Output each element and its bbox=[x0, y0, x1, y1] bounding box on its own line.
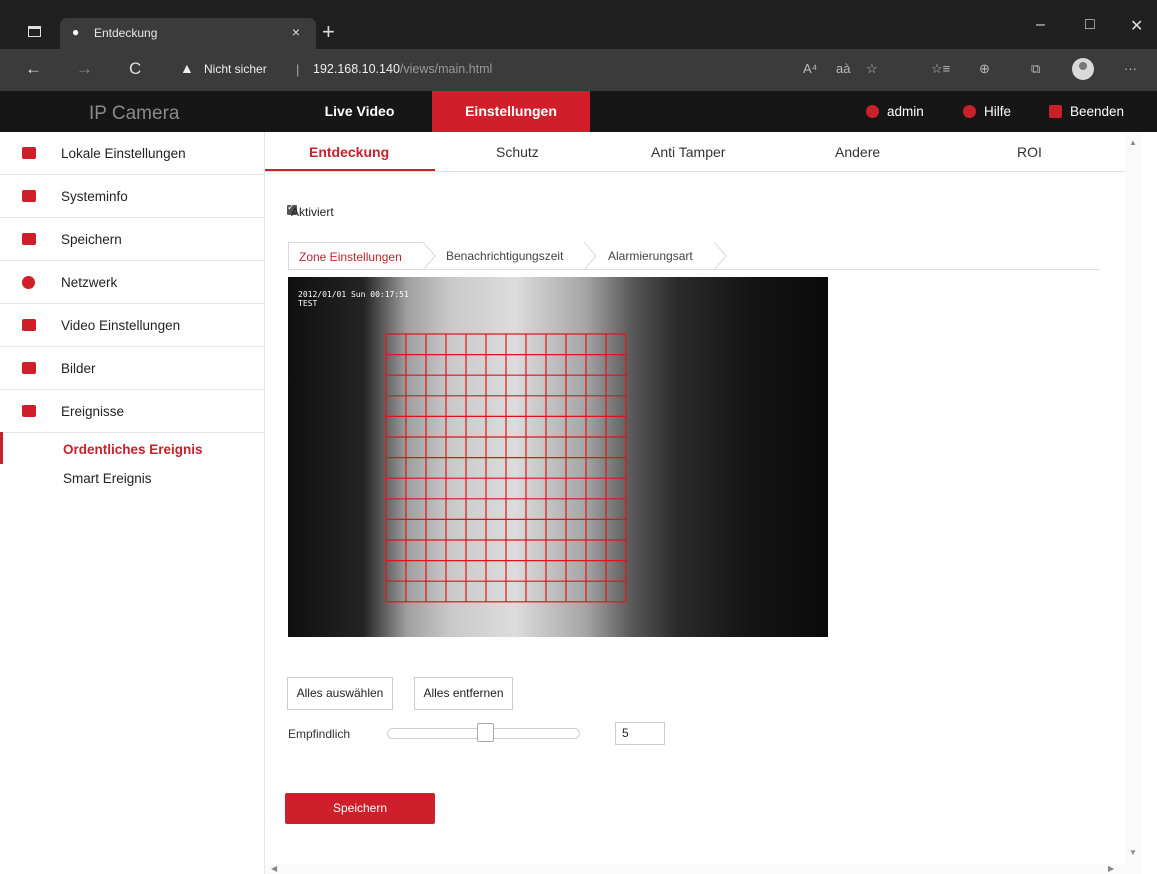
active-tab-underline bbox=[265, 169, 435, 171]
motion-detection-grid[interactable] bbox=[288, 277, 828, 637]
nav-settings[interactable]: Einstellungen bbox=[432, 91, 590, 132]
step-notification-time[interactable]: Benachrichtigungszeit bbox=[446, 242, 563, 270]
sidebar-subitem-smart-event[interactable]: Smart Ereignis bbox=[63, 471, 152, 486]
remove-all-button[interactable]: Alles entfernen bbox=[414, 677, 513, 710]
security-indicator[interactable]: Nicht sicher bbox=[204, 62, 267, 76]
user-icon bbox=[866, 105, 879, 118]
sidebar-item-label: Netzwerk bbox=[61, 275, 118, 290]
maximize-button[interactable]: □ bbox=[1085, 16, 1095, 34]
video-icon bbox=[22, 319, 36, 331]
sidebar-item-local-settings[interactable]: Lokale Einstellungen bbox=[0, 132, 265, 175]
user-name: admin bbox=[887, 104, 924, 119]
floppy-icon bbox=[22, 233, 36, 245]
scroll-left-icon[interactable]: ◀ bbox=[271, 864, 277, 873]
select-all-button[interactable]: Alles auswählen bbox=[287, 677, 393, 710]
sidebar: Lokale Einstellungen Systeminfo Speicher… bbox=[0, 132, 265, 874]
sidebar-item-network[interactable]: Netzwerk bbox=[0, 261, 265, 304]
sidebar-item-label: Ereignisse bbox=[61, 404, 125, 419]
forward-button[interactable]: → bbox=[76, 59, 93, 79]
vertical-scrollbar[interactable]: ▲ ▼ bbox=[1125, 132, 1141, 874]
globe-icon bbox=[22, 276, 35, 289]
enabled-label: Aktiviert bbox=[291, 205, 334, 219]
close-button[interactable]: ✕ bbox=[1130, 16, 1143, 36]
minimize-button[interactable]: – bbox=[1036, 16, 1045, 34]
brand-title: IP Camera bbox=[89, 103, 180, 124]
immersive-reader-icon[interactable]: aà bbox=[836, 61, 850, 76]
sensitivity-label: Empfindlich bbox=[288, 727, 351, 741]
save-button[interactable]: Speichern bbox=[285, 793, 435, 824]
sidebar-item-label: Bilder bbox=[61, 361, 96, 376]
scroll-up-icon[interactable]: ▲ bbox=[1129, 138, 1137, 147]
sensitivity-value-input[interactable]: 5 bbox=[615, 722, 665, 745]
new-tab-button[interactable]: + bbox=[322, 20, 335, 44]
image-icon bbox=[22, 362, 36, 374]
sidebar-item-storage[interactable]: Speichern bbox=[0, 218, 265, 261]
sidebar-item-images[interactable]: Bilder bbox=[0, 347, 265, 390]
read-aloud-icon[interactable]: A⁴ bbox=[803, 61, 817, 76]
tab-other[interactable]: Andere bbox=[835, 144, 880, 160]
settings-tabs: Entdeckung Schutz Anti Tamper Andere ROI bbox=[265, 132, 1125, 172]
tab-anti-tamper[interactable]: Anti Tamper bbox=[651, 144, 725, 160]
horizontal-scrollbar[interactable]: ◀ ▶ bbox=[265, 864, 1125, 874]
sidebar-item-video-settings[interactable]: Video Einstellungen bbox=[0, 304, 265, 347]
window-menu-icon[interactable] bbox=[28, 26, 41, 37]
favorites-icon[interactable]: ☆≡ bbox=[931, 61, 950, 77]
tab-close-icon[interactable]: × bbox=[292, 24, 300, 40]
help-label: Hilfe bbox=[984, 104, 1012, 119]
active-indicator bbox=[0, 432, 3, 464]
sidebar-item-systeminfo[interactable]: Systeminfo bbox=[0, 175, 265, 218]
nav-live-video[interactable]: Live Video bbox=[290, 91, 429, 132]
reload-button[interactable]: C bbox=[129, 59, 141, 79]
favorite-star-icon[interactable]: ☆ bbox=[866, 61, 878, 77]
sidebar-item-label: Video Einstellungen bbox=[61, 318, 181, 333]
url-separator: | bbox=[296, 62, 300, 77]
url-path: /views/main.html bbox=[399, 62, 493, 76]
sidebar-item-label: Lokale Einstellungen bbox=[61, 146, 186, 161]
step-alarm-type[interactable]: Alarmierungsart bbox=[608, 242, 693, 270]
tab-detection[interactable]: Entdeckung bbox=[309, 144, 389, 160]
step-tabs: Zone Einstellungen Benachrichtigungszeit… bbox=[288, 242, 1099, 270]
collections-icon[interactable]: ⊕ bbox=[979, 61, 990, 77]
warning-icon[interactable]: ▲ bbox=[180, 60, 194, 76]
help-link[interactable]: Hilfe bbox=[963, 104, 1011, 119]
sidebar-item-label: Systeminfo bbox=[61, 189, 128, 204]
profile-avatar[interactable] bbox=[1072, 58, 1094, 80]
step-chevron bbox=[423, 242, 437, 270]
scroll-right-icon[interactable]: ▶ bbox=[1108, 864, 1114, 873]
logout-label: Beenden bbox=[1070, 104, 1125, 119]
sidebar-item-events[interactable]: Ereignisse bbox=[0, 390, 265, 433]
events-icon bbox=[22, 405, 36, 417]
url-field[interactable]: 192.168.10.140/views/main.html bbox=[313, 62, 492, 76]
tab-title: Entdeckung bbox=[94, 26, 158, 40]
camera-video-frame[interactable]: 2012/01/01 Sun 00:17:51 TEST bbox=[288, 277, 828, 637]
step-chevron bbox=[584, 242, 598, 270]
step-chevron bbox=[714, 242, 728, 270]
step-zone-settings[interactable]: Zone Einstellungen bbox=[288, 242, 423, 270]
info-window-icon bbox=[22, 190, 36, 202]
sidebar-item-label: Speichern bbox=[61, 232, 122, 247]
monitor-icon bbox=[22, 147, 36, 159]
extensions-icon[interactable]: ⧉ bbox=[1031, 61, 1040, 77]
browser-tab[interactable]: ● Entdeckung × bbox=[60, 18, 316, 49]
help-icon bbox=[963, 105, 976, 118]
user-menu[interactable]: admin bbox=[866, 104, 924, 119]
tab-protection[interactable]: Schutz bbox=[496, 144, 539, 160]
back-button[interactable]: ← bbox=[25, 59, 42, 79]
logout-link[interactable]: Beenden bbox=[1049, 104, 1124, 119]
browser-address-bar: ← → C ▲ Nicht sicher | 192.168.10.140/vi… bbox=[0, 49, 1157, 91]
more-menu-icon[interactable]: ··· bbox=[1124, 61, 1137, 76]
scroll-down-icon[interactable]: ▼ bbox=[1129, 848, 1137, 857]
tab-roi[interactable]: ROI bbox=[1017, 144, 1042, 160]
camera-favicon-icon: ● bbox=[72, 25, 80, 39]
sidebar-subitem-ordinary-event[interactable]: Ordentliches Ereignis bbox=[63, 442, 203, 457]
sensitivity-slider-thumb[interactable] bbox=[477, 723, 494, 742]
browser-titlebar: ● Entdeckung × + – □ ✕ bbox=[0, 0, 1157, 49]
logout-icon bbox=[1049, 105, 1062, 118]
url-host: 192.168.10.140 bbox=[313, 62, 400, 76]
